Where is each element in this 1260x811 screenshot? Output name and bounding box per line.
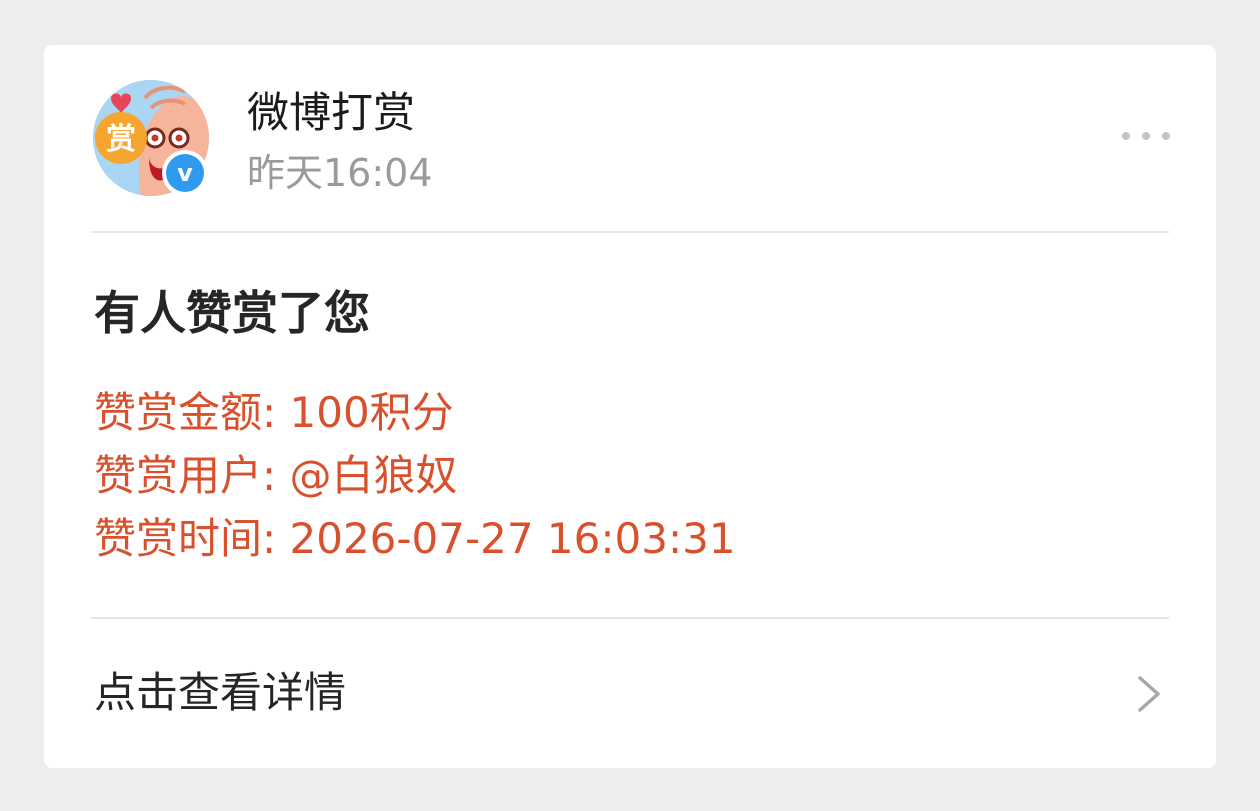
reward-user-line: 赞赏用户: @白狼奴 — [94, 451, 458, 500]
reward-amount-line: 赞赏金额: 100积分 — [94, 388, 454, 437]
more-dots-icon — [1122, 132, 1130, 140]
reward-notification-card: 赏 v 微博打赏 昨天16:04 有人赞赏了您 赞赏金额: 100积分 赞赏用户… — [44, 45, 1216, 768]
message-title: 有人赞赏了您 — [94, 286, 370, 340]
view-details-button[interactable]: 点击查看详情 — [44, 620, 1216, 768]
reward-time-line: 赞赏时间: 2026-07-27 16:03:31 — [94, 514, 736, 563]
more-dots-icon — [1162, 132, 1170, 140]
view-details-label: 点击查看详情 — [94, 668, 347, 717]
message-header: 赏 v 微博打赏 昨天16:04 — [44, 45, 1216, 233]
avatar-badge-char: 赏 — [106, 122, 136, 157]
chevron-right-icon — [1138, 676, 1160, 712]
verified-badge-icon: v — [162, 150, 208, 196]
message-timestamp: 昨天16:04 — [247, 151, 433, 195]
more-dots-icon — [1142, 132, 1150, 140]
sender-name[interactable]: 微博打赏 — [247, 87, 415, 139]
more-options-button[interactable] — [1120, 123, 1172, 149]
footer-divider — [91, 617, 1169, 619]
header-divider — [91, 231, 1169, 233]
verified-mark: v — [166, 154, 204, 192]
